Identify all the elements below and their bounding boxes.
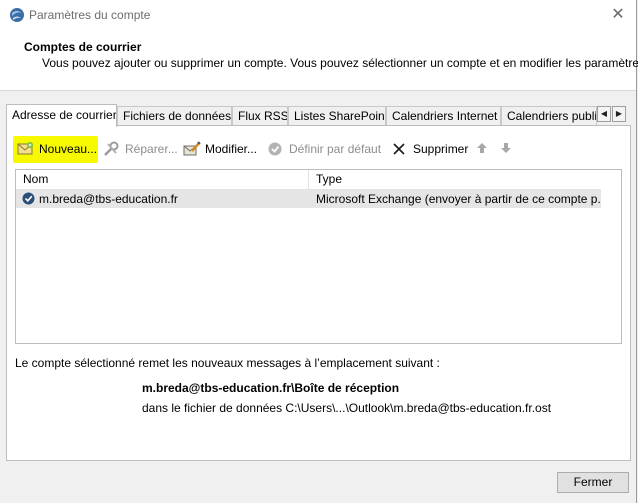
delete-label: Supprimer [413, 142, 469, 156]
column-name-header[interactable]: Nom [23, 170, 48, 189]
default-account-check-icon [22, 192, 35, 205]
tab-sharepoint-lists[interactable]: Listes SharePoint [288, 106, 386, 125]
account-list-header: Nom Type [16, 170, 601, 190]
delivery-location-text: m.breda@tbs-education.fr\Boîte de récept… [142, 381, 400, 395]
delivery-intro-text: Le compte sélectionné remet les nouveaux… [15, 356, 440, 370]
tools-icon [104, 141, 119, 156]
tab-strip: Adresse de courrier Fichiers de données … [6, 104, 632, 127]
new-account-label: Nouveau... [39, 142, 98, 156]
tab-data-files[interactable]: Fichiers de données [117, 106, 232, 125]
tab-scroll-right-button[interactable]: ▶ [612, 106, 626, 122]
close-dialog-button[interactable]: Fermer [557, 472, 629, 493]
modify-account-icon [183, 141, 201, 156]
tab-scroll-left-button[interactable]: ◀ [597, 106, 611, 122]
account-settings-window: Paramètres du compte ✕ Comptes de courri… [0, 0, 638, 503]
email-tab-panel: Nouveau... Réparer... Modifier... Défini… [6, 125, 631, 461]
window-title: Paramètres du compte [29, 8, 151, 22]
header-description: Vous pouvez ajouter ou supprimer un comp… [42, 56, 638, 70]
set-default-button[interactable]: Définir par défaut [267, 138, 382, 160]
move-down-arrow-icon[interactable] [500, 142, 512, 154]
header-title: Comptes de courrier [24, 40, 142, 54]
new-account-button[interactable]: Nouveau... [17, 138, 99, 160]
tab-internet-calendars[interactable]: Calendriers Internet [386, 106, 501, 125]
repair-button[interactable]: Réparer... [103, 138, 181, 160]
move-up-arrow-icon[interactable] [476, 142, 488, 154]
account-name-cell: m.breda@tbs-education.fr [39, 192, 178, 206]
new-mail-account-icon [17, 142, 33, 155]
delete-x-icon [393, 143, 405, 155]
window-close-button[interactable]: ✕ [606, 4, 630, 26]
tab-email[interactable]: Adresse de courrier [6, 104, 117, 127]
dialog-header: Comptes de courrier Vous pouvez ajouter … [0, 30, 638, 91]
account-row[interactable]: m.breda@tbs-education.fr Microsoft Excha… [16, 190, 601, 208]
repair-label: Réparer... [125, 142, 178, 156]
modify-button[interactable]: Modifier... [183, 138, 265, 160]
column-separator[interactable] [308, 170, 309, 189]
column-type-header[interactable]: Type [316, 170, 342, 189]
title-bar: Paramètres du compte ✕ [0, 0, 636, 30]
set-default-label: Définir par défaut [289, 142, 382, 156]
modify-label: Modifier... [205, 142, 258, 156]
delivery-data-file-text: dans le fichier de données C:\Users\...\… [142, 401, 552, 415]
outlook-app-icon [10, 8, 24, 22]
delete-button[interactable]: Supprimer [391, 138, 469, 160]
checkmark-circle-icon [268, 142, 282, 156]
account-type-cell: Microsoft Exchange (envoyer à partir de … [316, 192, 601, 206]
tab-published-calendars[interactable]: Calendriers publiés [501, 106, 597, 125]
account-list: Nom Type m.breda@tbs-education.fr Micros… [15, 169, 622, 344]
tab-rss-feeds[interactable]: Flux RSS [232, 106, 288, 125]
